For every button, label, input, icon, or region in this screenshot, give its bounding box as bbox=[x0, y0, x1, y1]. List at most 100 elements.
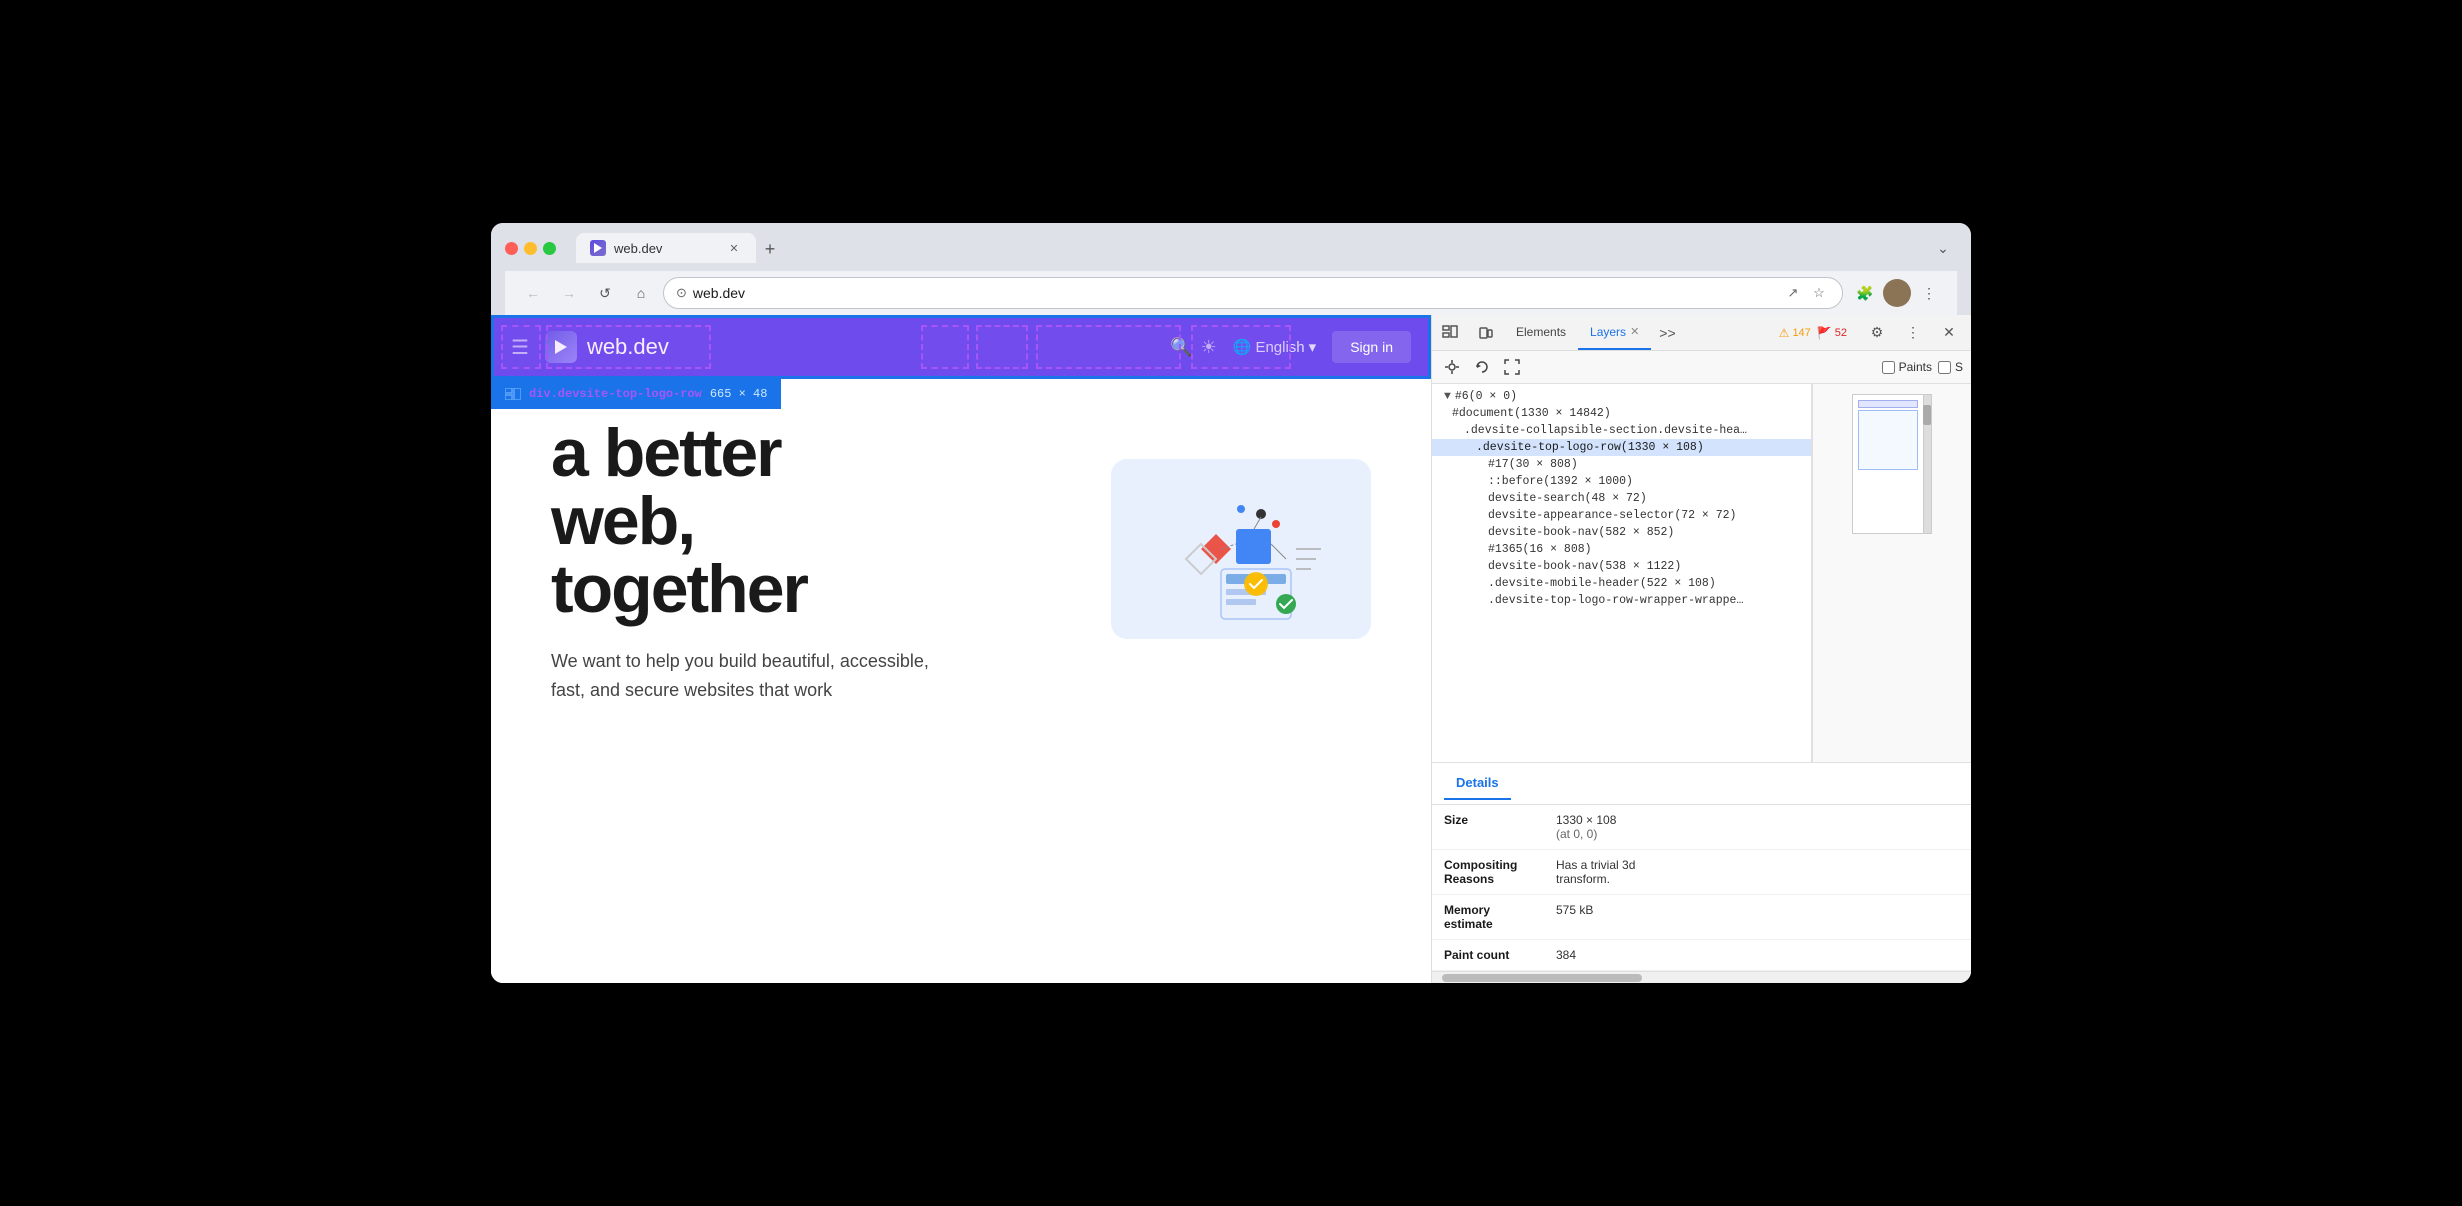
details-compositing-value: Has a trivial 3dtransform. bbox=[1556, 858, 1635, 886]
address-actions: ↗ ☆ bbox=[1782, 282, 1830, 304]
nav-right-actions: 🧩 ⋮ bbox=[1851, 279, 1943, 307]
layer-label-top-logo-row: .devsite-top-logo-row(1330 × 108) bbox=[1476, 441, 1704, 454]
s-checkbox-label[interactable]: S bbox=[1938, 360, 1963, 374]
details-paint-count-row: Paint count 384 bbox=[1432, 940, 1971, 971]
browser-window: web.dev ✕ + ⌄ ← → ↺ ⌂ ⊙ web.dev ↗ ☆ bbox=[491, 223, 1971, 983]
title-bar: web.dev ✕ + ⌄ ← → ↺ ⌂ ⊙ web.dev ↗ ☆ bbox=[491, 223, 1971, 315]
devtools-panel: Elements Layers ✕ >> ⚠ 147 🚩 52 bbox=[1431, 315, 1971, 983]
extensions-button[interactable]: 🧩 bbox=[1851, 279, 1879, 307]
browser-tab[interactable]: web.dev ✕ bbox=[576, 233, 756, 263]
tab-close-button[interactable]: ✕ bbox=[726, 240, 742, 256]
details-memory-label: Memoryestimate bbox=[1444, 903, 1544, 931]
traffic-light-yellow[interactable] bbox=[524, 242, 537, 255]
layer-logo-row-wrapper[interactable]: .devsite-top-logo-row-wrapper-wrappe… bbox=[1432, 592, 1811, 609]
devtools-more-options-button[interactable]: ⋮ bbox=[1897, 317, 1929, 349]
canvas-scrollbar[interactable] bbox=[1923, 395, 1931, 533]
signin-button[interactable]: Sign in bbox=[1332, 331, 1411, 363]
layer-label-collapsible: .devsite-collapsible-section.devsite-hea… bbox=[1464, 424, 1747, 437]
bookmark-button[interactable]: ☆ bbox=[1808, 282, 1830, 304]
webdev-search-icon[interactable]: 🔍 bbox=[1170, 337, 1192, 358]
page-text-col: a better web, together We want to help y… bbox=[551, 419, 1071, 705]
devtools-right-icons: ⚙ ⋮ ✕ bbox=[1855, 317, 1971, 349]
traffic-light-green[interactable] bbox=[543, 242, 556, 255]
address-url: web.dev bbox=[693, 285, 1776, 301]
details-compositing-row: CompositingReasons Has a trivial 3dtrans… bbox=[1432, 850, 1971, 895]
webdev-theme-icon[interactable]: ☀ bbox=[1201, 337, 1217, 358]
new-tab-button[interactable]: + bbox=[756, 235, 784, 263]
webdev-language-button[interactable]: 🌐 English ▾ bbox=[1233, 338, 1316, 356]
warning-icon: ⚠ bbox=[1779, 326, 1790, 340]
webdev-header: ☰ web.dev bbox=[491, 315, 1431, 379]
scrollbar-thumb[interactable] bbox=[1442, 974, 1642, 982]
layer-mobile-header[interactable]: .devsite-mobile-header(522 × 108) bbox=[1432, 575, 1811, 592]
layer-root[interactable]: ▼ #6(0 × 0) bbox=[1432, 388, 1811, 405]
home-button[interactable]: ⌂ bbox=[627, 279, 655, 307]
s-checkbox[interactable] bbox=[1938, 361, 1951, 374]
share-button[interactable]: ↗ bbox=[1782, 282, 1804, 304]
canvas-minimap bbox=[1852, 394, 1932, 534]
devtools-close-button[interactable]: ✕ bbox=[1933, 317, 1965, 349]
theme-dashed-box bbox=[976, 325, 1028, 369]
devtools-badges: ⚠ 147 🚩 52 bbox=[1771, 326, 1855, 340]
layer-arrow-root: ▼ bbox=[1444, 390, 1451, 403]
tab-favicon bbox=[590, 240, 606, 256]
more-tabs-button[interactable]: >> bbox=[1651, 325, 1683, 341]
layer-book-nav-2[interactable]: devsite-book-nav(538 × 1122) bbox=[1432, 558, 1811, 575]
layer-book-nav-1[interactable]: devsite-book-nav(582 × 852) bbox=[1432, 524, 1811, 541]
devtools-device-icon[interactable] bbox=[1470, 317, 1502, 349]
layer-document[interactable]: #document(1330 × 14842) bbox=[1432, 405, 1811, 422]
warning-badge[interactable]: ⚠ 147 bbox=[1779, 326, 1811, 340]
pan-tool-button[interactable] bbox=[1440, 355, 1464, 379]
back-button[interactable]: ← bbox=[519, 279, 547, 307]
browser-menu-button[interactable]: ⋮ bbox=[1915, 279, 1943, 307]
layer-label-before: ::before(1392 × 1000) bbox=[1488, 475, 1633, 488]
webdev-logo-text: web.dev bbox=[587, 334, 669, 360]
devtools-settings-button[interactable]: ⚙ bbox=[1861, 317, 1893, 349]
layer-appearance-selector[interactable]: devsite-appearance-selector(72 × 72) bbox=[1432, 507, 1811, 524]
webdev-menu-icon[interactable]: ☰ bbox=[511, 335, 529, 360]
canvas-scrollbar-thumb[interactable] bbox=[1923, 405, 1931, 425]
details-header: Details bbox=[1444, 767, 1511, 800]
traffic-lights bbox=[505, 242, 556, 255]
tab-layers[interactable]: Layers ✕ bbox=[1578, 315, 1651, 350]
address-bar[interactable]: ⊙ web.dev ↗ ☆ bbox=[663, 277, 1843, 309]
details-memory-value: 575 kB bbox=[1556, 903, 1593, 917]
reload-button[interactable]: ↺ bbox=[591, 279, 619, 307]
fit-tool-button[interactable] bbox=[1500, 355, 1524, 379]
devtools-inspect-icon[interactable] bbox=[1434, 317, 1466, 349]
page-main-flex: a better web, together We want to help y… bbox=[551, 419, 1371, 705]
details-memory-row: Memoryestimate 575 kB bbox=[1432, 895, 1971, 940]
devtools-toolbar: Paints S bbox=[1432, 351, 1971, 384]
window-collapse-button[interactable]: ⌄ bbox=[1929, 234, 1957, 262]
layer-top-logo-row[interactable]: .devsite-top-logo-row(1330 × 108) bbox=[1432, 439, 1811, 456]
layer-before[interactable]: ::before(1392 × 1000) bbox=[1432, 473, 1811, 490]
details-header-row: Details bbox=[1432, 763, 1971, 805]
paints-checkbox[interactable] bbox=[1882, 361, 1895, 374]
devtools-tabs: Elements Layers ✕ >> bbox=[1504, 315, 1771, 350]
layers-tab-close[interactable]: ✕ bbox=[1630, 325, 1639, 338]
layer-17[interactable]: #17(30 × 808) bbox=[1432, 456, 1811, 473]
profile-button[interactable] bbox=[1883, 279, 1911, 307]
error-count: 52 bbox=[1835, 327, 1847, 339]
traffic-light-red[interactable] bbox=[505, 242, 518, 255]
rotate-tool-button[interactable] bbox=[1470, 355, 1494, 379]
address-security-icon: ⊙ bbox=[676, 285, 687, 301]
forward-button[interactable]: → bbox=[555, 279, 583, 307]
layer-devsite-search[interactable]: devsite-search(48 × 72) bbox=[1432, 490, 1811, 507]
layer-label-mobile-header: .devsite-mobile-header(522 × 108) bbox=[1488, 577, 1716, 590]
search-dashed-box bbox=[921, 325, 969, 369]
content-area: ☰ web.dev bbox=[491, 315, 1971, 983]
layer-label-17: #17(30 × 808) bbox=[1488, 458, 1578, 471]
paints-checkbox-label[interactable]: Paints bbox=[1882, 360, 1932, 374]
layer-1365[interactable]: #1365(16 × 808) bbox=[1432, 541, 1811, 558]
nav-bar: ← → ↺ ⌂ ⊙ web.dev ↗ ☆ 🧩 ⋮ bbox=[505, 271, 1957, 315]
layers-scrollbar[interactable] bbox=[1432, 971, 1971, 983]
page-description: We want to help you build beautiful, acc… bbox=[551, 647, 931, 705]
error-badge[interactable]: 🚩 52 bbox=[1817, 326, 1847, 340]
details-paint-count-label: Paint count bbox=[1444, 948, 1544, 962]
webdev-header-icons: 🔍 ☀ bbox=[1170, 337, 1217, 358]
page-heading: a better web, together bbox=[551, 419, 1071, 623]
layer-label-book-nav-1: devsite-book-nav(582 × 852) bbox=[1488, 526, 1674, 539]
layer-collapsible[interactable]: .devsite-collapsible-section.devsite-hea… bbox=[1432, 422, 1811, 439]
tab-elements[interactable]: Elements bbox=[1504, 315, 1578, 350]
